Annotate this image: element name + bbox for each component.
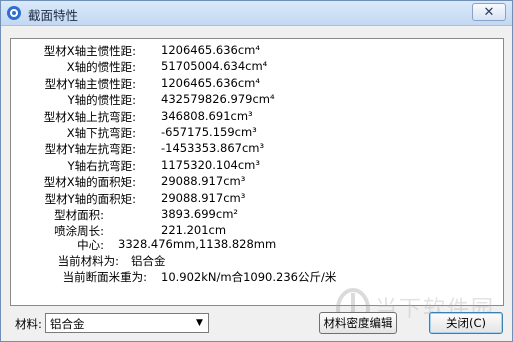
center-label: 中心: (77, 238, 104, 252)
property-row: 型材X轴的面积矩: (11, 174, 136, 190)
property-row: 型材X轴主惯性距: (11, 43, 136, 59)
window-close-button[interactable]: ✕ (472, 3, 506, 21)
property-row: X轴下抗弯距: (11, 125, 136, 141)
close-button-label: 关闭(C) (445, 316, 486, 330)
property-row: 型材X轴上抗弯距: (11, 109, 136, 125)
property-value: 51705004.634cm⁴ (161, 59, 268, 74)
material-dropdown[interactable]: 铝合金 ▼ (45, 313, 209, 333)
property-label: 型材X轴主惯性距: (43, 44, 136, 58)
chevron-down-icon[interactable]: ▼ (191, 314, 208, 332)
close-icon: ✕ (483, 4, 495, 20)
property-label: X轴下抗弯距: (66, 126, 136, 140)
center-value: 3328.476mm,1138.828mm (118, 237, 277, 251)
property-row: 型材Y轴左抗弯距: (11, 141, 136, 157)
property-value: 1175320.104cm³ (161, 157, 260, 172)
property-value: 3893.699cm² (161, 207, 239, 221)
property-label: X轴的惯性距: (66, 60, 136, 75)
property-value: 29088.917cm³ (161, 174, 246, 189)
property-row: 型材Y轴的面积矩: (11, 191, 136, 207)
property-value: 221.201cm (161, 223, 227, 238)
material-density-edit-button[interactable]: 材料密度编辑 (319, 312, 397, 334)
title-bar[interactable]: 截面特性 ✕ (1, 1, 512, 26)
property-label: 型材Y轴左抗弯距: (44, 142, 136, 157)
property-value: -657175.159cm³ (161, 125, 257, 139)
property-label: 型材X轴上抗弯距: (43, 109, 136, 124)
property-row: X轴的惯性距: (11, 59, 136, 75)
property-row: Y轴右抗弯距: (11, 158, 136, 174)
property-row-center: 中心: (11, 237, 104, 253)
property-row-unit-weight: 当前断面米重为: (11, 269, 147, 285)
section-properties-dialog: 截面特性 ✕ 型材X轴主惯性距: 1206465.636cm⁴ X轴的惯性距: 517… (0, 0, 513, 342)
property-label: 型材Y轴主惯性距: (44, 76, 136, 91)
current-material-label: 当前材料为: (57, 254, 119, 268)
property-value: 29088.917cm³ (161, 190, 246, 205)
property-row: 型材面积: (11, 207, 104, 223)
material-dropdown-value: 铝合金 (50, 317, 85, 331)
unit-weight-label: 当前断面米重为: (62, 270, 147, 284)
property-label: Y轴的惯性距: (67, 93, 136, 108)
current-material-value: 铝合金 (131, 254, 166, 268)
property-value: 1206465.636cm⁴ (161, 75, 260, 90)
unit-weight-value: 10.902kN/m合1090.236公斤/米 (161, 270, 337, 284)
property-label: 型材面积: (54, 208, 104, 222)
property-label: 型材Y轴的面积矩: (44, 191, 136, 206)
app-icon (7, 6, 21, 20)
close-button[interactable]: 关闭(C) (429, 312, 503, 334)
property-value: 346808.691cm³ (161, 108, 253, 123)
material-density-edit-label: 材料密度编辑 (323, 316, 393, 330)
material-select-label: 材料: (15, 317, 42, 331)
property-label: 型材X轴的面积矩: (43, 175, 136, 190)
property-value: 1206465.636cm⁴ (161, 43, 260, 57)
property-row-current-material: 当前材料为: (11, 253, 119, 269)
property-row: Y轴的惯性距: (11, 92, 136, 108)
property-value: 432579826.979cm⁴ (161, 92, 275, 107)
properties-panel: 型材X轴主惯性距: 1206465.636cm⁴ X轴的惯性距: 51705004.6… (10, 38, 504, 306)
property-value: -1453353.867cm³ (161, 141, 265, 156)
property-label: Y轴右抗弯距: (67, 158, 136, 173)
window-title: 截面特性 (28, 8, 79, 23)
property-row: 型材Y轴主惯性距: (11, 76, 136, 92)
